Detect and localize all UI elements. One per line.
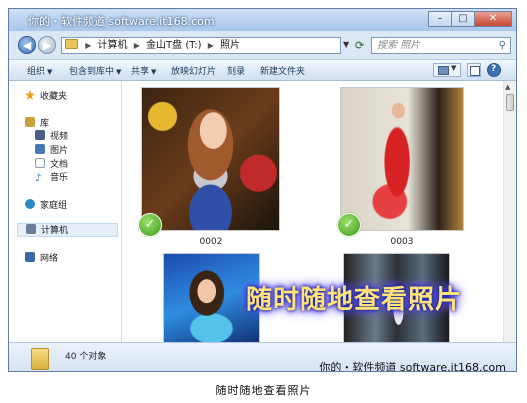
navigation-pane: 收藏夹 库 视频 图片 文档 ♪ 音乐 家庭组 计算机 网络 <box>9 81 122 342</box>
help-button[interactable]: ? <box>487 63 501 77</box>
address-row: ◀ ▶ ▶ 计算机 ▶ 金山T盘 (T:) ▶ 照片 ▼ ⟳ 搜索 照片 ⚲ <box>9 31 516 59</box>
object-count: 40 个对象 <box>65 352 107 362</box>
preview-pane-button[interactable] <box>467 63 481 77</box>
sidebar-item-homegroup[interactable]: 家庭组 <box>25 198 67 211</box>
sidebar-item-favorites[interactable]: 收藏夹 <box>25 89 67 102</box>
scroll-up-icon[interactable]: ▲ <box>505 83 510 91</box>
forward-arrow-icon: ▶ <box>42 39 52 52</box>
breadcrumb-computer[interactable]: 计算机 <box>98 40 128 51</box>
breadcrumb-separator-icon: ▶ <box>207 41 214 50</box>
watermark-bottom: 你的・软件频道 software.it168.com <box>319 361 506 372</box>
share-menu[interactable]: 共享 ▼ <box>131 64 156 77</box>
sidebar-item-pictures[interactable]: 图片 <box>35 143 68 156</box>
search-icon: ⚲ <box>498 40 506 51</box>
sidebar-item-videos[interactable]: 视频 <box>35 129 68 142</box>
burn-button[interactable]: 刻录 <box>227 64 245 77</box>
sidebar-item-label: 图片 <box>50 146 69 156</box>
breadcrumb-photos[interactable]: 照片 <box>220 40 240 51</box>
checkmark-icon[interactable]: ✓ <box>138 213 162 237</box>
search-input[interactable]: 搜索 照片 ⚲ <box>371 37 511 54</box>
photo-thumbnail[interactable] <box>340 87 464 231</box>
command-bar: 组织 ▼ 包含到库中 ▼ 共享 ▼ 放映幻灯片 刻录 新建文件夹 ▼ ? <box>9 59 516 81</box>
documents-icon <box>35 158 45 168</box>
chevron-down-icon: ▼ <box>47 68 53 76</box>
sidebar-item-label: 库 <box>40 119 50 129</box>
network-icon <box>25 252 35 262</box>
maximize-button[interactable]: □ <box>451 11 475 27</box>
sidebar-item-label: 网络 <box>40 254 59 264</box>
sidebar-item-label: 收藏夹 <box>40 92 68 102</box>
search-placeholder: 搜索 照片 <box>377 40 421 51</box>
photo-thumbnail[interactable] <box>141 87 280 231</box>
sidebar-item-documents[interactable]: 文档 <box>35 157 68 170</box>
folder-icon <box>31 348 49 370</box>
title-bar: 你的・软件频道 software.it168.com – □ ✕ <box>9 9 516 31</box>
vertical-scrollbar[interactable]: ▲ <box>503 81 516 342</box>
refresh-icon[interactable]: ⟳ <box>355 39 364 52</box>
pictures-icon <box>35 144 45 154</box>
video-icon <box>35 130 45 140</box>
forward-button[interactable]: ▶ <box>38 36 56 54</box>
sidebar-item-label: 视频 <box>50 132 69 142</box>
sidebar-item-music[interactable]: ♪ 音乐 <box>35 170 68 184</box>
back-arrow-icon: ◀ <box>22 39 32 52</box>
change-view-button[interactable]: ▼ <box>433 63 461 77</box>
sidebar-item-label: 家庭组 <box>40 201 68 211</box>
help-icon: ? <box>491 64 497 74</box>
watermark-top: 你的・软件频道 software.it168.com <box>28 15 215 28</box>
computer-icon <box>26 224 36 234</box>
library-icon <box>25 117 35 127</box>
sidebar-item-network[interactable]: 网络 <box>25 251 58 264</box>
back-button[interactable]: ◀ <box>18 36 36 54</box>
chevron-down-icon: ▼ <box>151 68 157 76</box>
explorer-window: 你的・软件频道 software.it168.com – □ ✕ ◀ ▶ ▶ 计… <box>8 8 517 372</box>
sidebar-item-label: 计算机 <box>41 226 69 236</box>
chevron-down-icon: ▼ <box>451 64 457 72</box>
slideshow-button[interactable]: 放映幻灯片 <box>171 64 216 77</box>
page-caption: 随时随地查看照片 <box>215 384 312 397</box>
preview-pane-icon <box>470 66 480 76</box>
details-pane: 40 个对象 你的・软件频道 software.it168.com <box>9 342 516 372</box>
organize-label: 组织 <box>27 67 46 77</box>
view-icon <box>438 66 449 75</box>
sidebar-item-computer[interactable]: 计算机 <box>17 223 118 237</box>
file-name: 0003 <box>390 237 414 247</box>
breadcrumb-separator-icon: ▶ <box>133 41 140 50</box>
folder-icon <box>65 39 78 49</box>
scroll-thumb[interactable] <box>506 94 514 111</box>
file-name: 0002 <box>199 237 223 247</box>
homegroup-icon <box>25 199 35 209</box>
music-icon: ♪ <box>35 173 42 184</box>
include-in-library-menu[interactable]: 包含到库中 ▼ <box>69 64 121 77</box>
sidebar-item-label: 音乐 <box>50 173 69 183</box>
window-controls: – □ ✕ <box>428 11 512 27</box>
new-folder-button[interactable]: 新建文件夹 <box>260 64 305 77</box>
include-label: 包含到库中 <box>69 67 115 77</box>
sidebar-item-label: 文档 <box>50 160 69 170</box>
overlay-caption: 随时随地查看照片 <box>246 285 463 315</box>
organize-menu[interactable]: 组织 ▼ <box>27 64 52 77</box>
close-button[interactable]: ✕ <box>474 11 512 27</box>
address-bar[interactable]: ▶ 计算机 ▶ 金山T盘 (T:) ▶ 照片 <box>61 37 341 54</box>
share-label: 共享 <box>131 67 150 77</box>
minimize-button[interactable]: – <box>428 11 452 27</box>
sidebar-item-libraries[interactable]: 库 <box>25 116 49 129</box>
chevron-down-icon: ▼ <box>116 68 122 76</box>
file-view: ✓ 0002 ✓ 0003 随时随地查看照片 <box>122 81 503 342</box>
address-dropdown-icon[interactable]: ▼ <box>343 40 349 49</box>
breadcrumb-separator-icon: ▶ <box>85 41 92 50</box>
checkmark-icon[interactable]: ✓ <box>337 213 361 237</box>
star-icon <box>25 90 35 100</box>
breadcrumb-drive[interactable]: 金山T盘 (T:) <box>146 40 201 51</box>
